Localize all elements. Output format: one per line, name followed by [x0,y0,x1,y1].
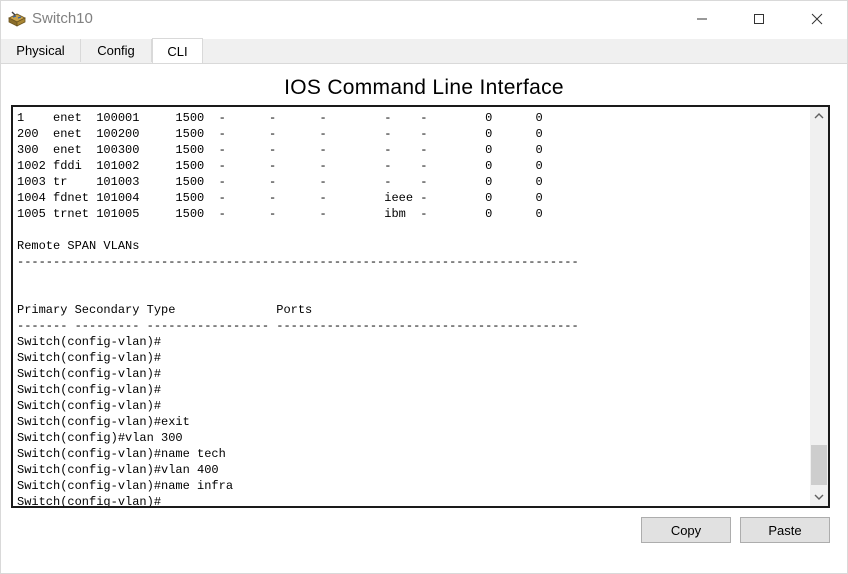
paste-button[interactable]: Paste [740,517,830,543]
close-button[interactable] [788,1,846,37]
tab-physical[interactable]: Physical [1,39,81,62]
chevron-up-icon [814,113,824,119]
tab-config[interactable]: Config [81,39,152,62]
title-bar[interactable]: Switch10 [1,1,847,37]
scrollbar-thumb[interactable] [811,445,827,485]
cli-heading: IOS Command Line Interface [284,76,564,99]
minimize-button[interactable] [673,1,731,37]
tab-cli[interactable]: CLI [152,38,203,63]
scroll-down-button[interactable] [810,488,828,506]
scroll-up-button[interactable] [810,107,828,125]
window-title: Switch10 [32,10,93,27]
terminal-output[interactable]: 1 enet 100001 1500 - - - - - 0 0 200 ene… [17,110,579,506]
vertical-scrollbar[interactable] [810,107,828,506]
switch-app-icon [7,9,27,29]
close-icon [811,13,823,25]
cli-terminal[interactable]: 1 enet 100001 1500 - - - - - 0 0 200 ene… [11,105,830,508]
minimize-icon [697,18,707,20]
chevron-down-icon [814,494,824,500]
app-window: Switch10 Physical Config CLI IOS Command… [0,0,848,574]
maximize-button[interactable] [730,1,788,37]
maximize-icon [754,14,764,24]
cli-panel: IOS Command Line Interface 1 enet 100001… [1,64,847,573]
copy-button[interactable]: Copy [641,517,731,543]
tab-strip: Physical Config CLI [1,38,847,64]
